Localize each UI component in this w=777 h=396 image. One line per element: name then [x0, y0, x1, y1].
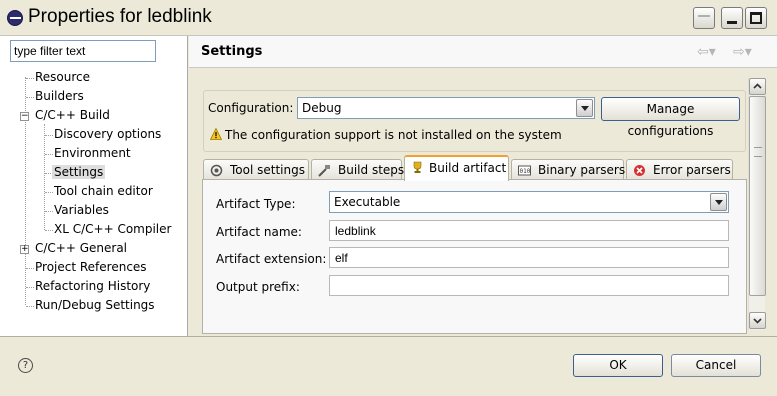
back-arrow-icon[interactable]: ⇦▾: [697, 44, 716, 60]
tab-build-steps[interactable]: Build steps: [311, 159, 404, 181]
scroll-thumb[interactable]: [749, 96, 766, 296]
tree-item-variables[interactable]: Variables: [54, 201, 109, 220]
scroll-up-button[interactable]: [749, 78, 766, 95]
chevron-up-icon: [753, 83, 762, 89]
tree-item-run-debug-settings[interactable]: Run/Debug Settings: [35, 296, 155, 315]
vertical-scrollbar[interactable]: [748, 78, 766, 330]
trophy-icon: [413, 161, 422, 173]
chevron-down-icon: [753, 318, 762, 324]
button-bar: ? OK Cancel: [0, 336, 777, 396]
help-window-button[interactable]: [693, 7, 715, 29]
artifact-name-label: Artifact name:: [216, 225, 302, 239]
binary-icon: 010: [518, 165, 531, 176]
build-artifact-panel: Artifact Type: Executable Artifact name:…: [202, 179, 747, 334]
artifact-extension-input[interactable]: [329, 247, 729, 268]
artifact-type-select[interactable]: Executable: [329, 191, 729, 213]
navigation-pane: Resource Builders − C/C++ Build Discover…: [0, 36, 188, 336]
maximize-button[interactable]: [745, 7, 767, 29]
minimize-button[interactable]: [721, 7, 743, 29]
expand-toggle[interactable]: +: [20, 245, 29, 254]
collapse-toggle[interactable]: −: [20, 112, 29, 121]
tab-binary-parsers[interactable]: 010 Binary parsers: [511, 159, 625, 181]
tab-bar: Tool settings Build steps Build artifact…: [189, 155, 777, 181]
warning-icon: [210, 128, 222, 140]
tree-item-environment[interactable]: Environment: [54, 144, 131, 163]
svg-text:010: 010: [520, 168, 531, 175]
tree-item-cpp-build[interactable]: C/C++ Build: [35, 106, 110, 125]
artifact-extension-label: Artifact extension:: [216, 252, 327, 266]
tree-item-resource[interactable]: Resource: [35, 68, 90, 87]
page-title: Settings: [201, 44, 263, 59]
ok-button[interactable]: OK: [573, 354, 663, 377]
configuration-value: Debug: [302, 101, 342, 115]
tree-item-settings[interactable]: Settings: [52, 163, 106, 182]
chevron-down-icon: [710, 193, 727, 211]
error-icon: [634, 165, 645, 176]
title-bar: Properties for ledblink: [0, 0, 777, 36]
warning-message: The configuration support is not install…: [225, 128, 562, 142]
tab-tool-settings[interactable]: Tool settings: [203, 159, 309, 181]
configuration-select[interactable]: Debug: [297, 97, 595, 119]
output-prefix-label: Output prefix:: [216, 280, 300, 294]
tree-item-refactoring-history[interactable]: Refactoring History: [35, 277, 150, 296]
artifact-type-label: Artifact Type:: [216, 197, 296, 211]
tree-item-tool-chain-editor[interactable]: Tool chain editor: [54, 182, 153, 201]
manage-configurations-button[interactable]: Manage configurations: [601, 97, 740, 138]
tree-item-xl-compiler[interactable]: XL C/C++ Compiler: [54, 220, 171, 239]
tree-connector: [44, 124, 45, 230]
build-steps-icon: [318, 165, 330, 177]
tree-item-cpp-general[interactable]: C/C++ General: [35, 239, 127, 258]
tab-error-parsers[interactable]: Error parsers: [626, 159, 733, 181]
window-title: Properties for ledblink: [28, 6, 212, 27]
maximize-icon: [750, 12, 762, 24]
cancel-button[interactable]: Cancel: [671, 354, 761, 377]
artifact-name-input[interactable]: [329, 220, 729, 241]
filter-input[interactable]: [10, 40, 156, 62]
tool-settings-icon: [210, 164, 223, 177]
help-icon[interactable]: ?: [18, 358, 33, 373]
settings-pane: Settings ⇦▾ ⇨▾ Configuration: Debug Mana…: [189, 36, 777, 336]
artifact-type-value: Executable: [334, 195, 401, 209]
minimize-icon: [727, 21, 737, 24]
page-header: Settings ⇦▾ ⇨▾: [189, 36, 777, 68]
eclipse-icon: [7, 10, 23, 26]
help-icon: [698, 15, 710, 17]
tree-item-project-references[interactable]: Project References: [35, 258, 147, 277]
forward-arrow-icon[interactable]: ⇨▾: [733, 44, 752, 60]
tree-item-builders[interactable]: Builders: [35, 87, 84, 106]
output-prefix-input[interactable]: [329, 275, 729, 296]
chevron-down-icon: [576, 99, 593, 117]
configuration-label: Configuration:: [208, 101, 294, 115]
tab-build-artifact[interactable]: Build artifact: [404, 155, 509, 181]
scroll-down-button[interactable]: [749, 312, 766, 329]
tree-item-discovery-options[interactable]: Discovery options: [54, 125, 161, 144]
